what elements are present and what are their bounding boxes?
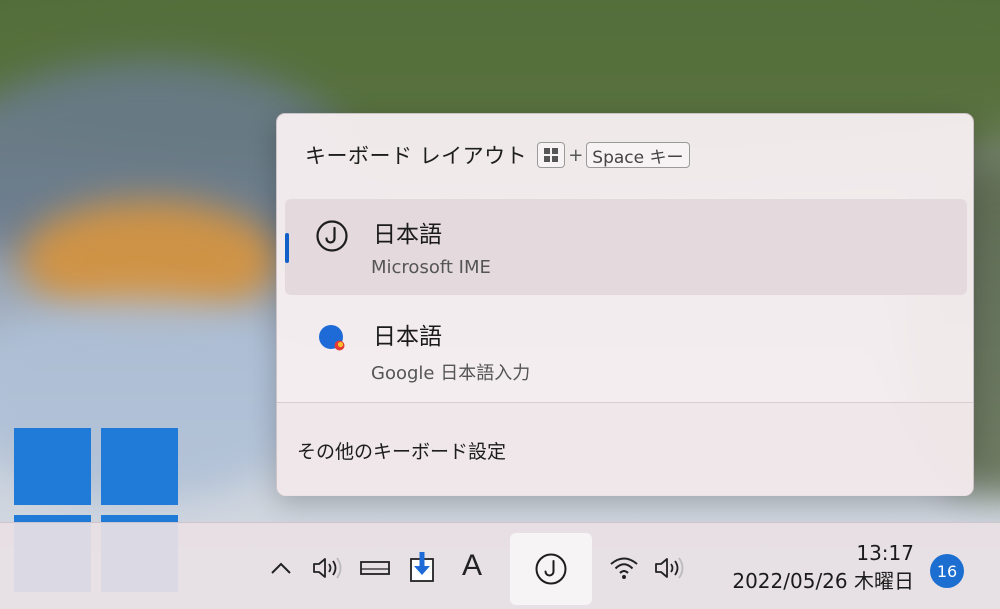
input-indicator-button[interactable] [510,533,592,605]
tray-sound-button[interactable] [652,553,688,583]
windows-logo-pane [14,428,91,505]
layout-item-google-ime[interactable]: 日本語 Google 日本語入力 [285,301,967,397]
tray-display-button[interactable] [358,557,392,579]
clock-date: 2022/05/26 木曜日 [732,569,914,593]
show-hidden-icons-button[interactable] [266,553,296,583]
shortcut-plus: + [568,144,584,166]
shortcut-hint: + Space キー [537,142,690,168]
speaker-icon [655,557,684,579]
space-key: Space キー [586,142,690,168]
selection-indicator [285,233,289,263]
flyout-footer: その他のキーボード設定 [277,403,973,496]
windows-key-icon [537,142,566,168]
flyout-header: キーボード レイアウト + Space キー [305,140,690,170]
windows-logo-pane [101,428,178,505]
ime-mode-indicator[interactable]: A [462,549,482,583]
chevron-up-icon [271,562,291,574]
more-keyboard-settings-link[interactable]: その他のキーボード設定 [297,437,506,464]
desktop: キーボード レイアウト + Space キー 日本語 Microsoft IME [0,0,1000,609]
layout-ime-name: Google 日本語入力 [371,363,531,384]
display-icon [360,561,390,575]
clock-time: 13:17 [856,541,914,565]
microsoft-ime-icon [535,553,567,585]
flyout-title: キーボード レイアウト [305,144,528,168]
microsoft-ime-icon [316,220,348,252]
keyboard-layout-flyout: キーボード レイアウト + Space キー 日本語 Microsoft IME [276,113,974,496]
notification-count-badge[interactable]: 16 [930,554,964,588]
wifi-icon [610,557,638,579]
download-icon [410,552,434,582]
speaker-icon [313,557,342,579]
tray-download-button[interactable] [406,549,438,585]
layout-language: 日本語 [373,222,442,248]
tray-volume-button[interactable] [310,553,346,583]
taskbar-clock[interactable]: 13:17 2022/05/26 木曜日 [732,540,914,596]
layout-item-microsoft-ime[interactable]: 日本語 Microsoft IME [285,199,967,295]
google-ime-icon [319,325,345,351]
layout-language: 日本語 [373,324,442,350]
layout-ime-name: Microsoft IME [371,257,491,278]
tray-network-button[interactable] [606,553,642,583]
taskbar: A 13:17 2022/05/26 木曜日 16 [0,522,1000,609]
